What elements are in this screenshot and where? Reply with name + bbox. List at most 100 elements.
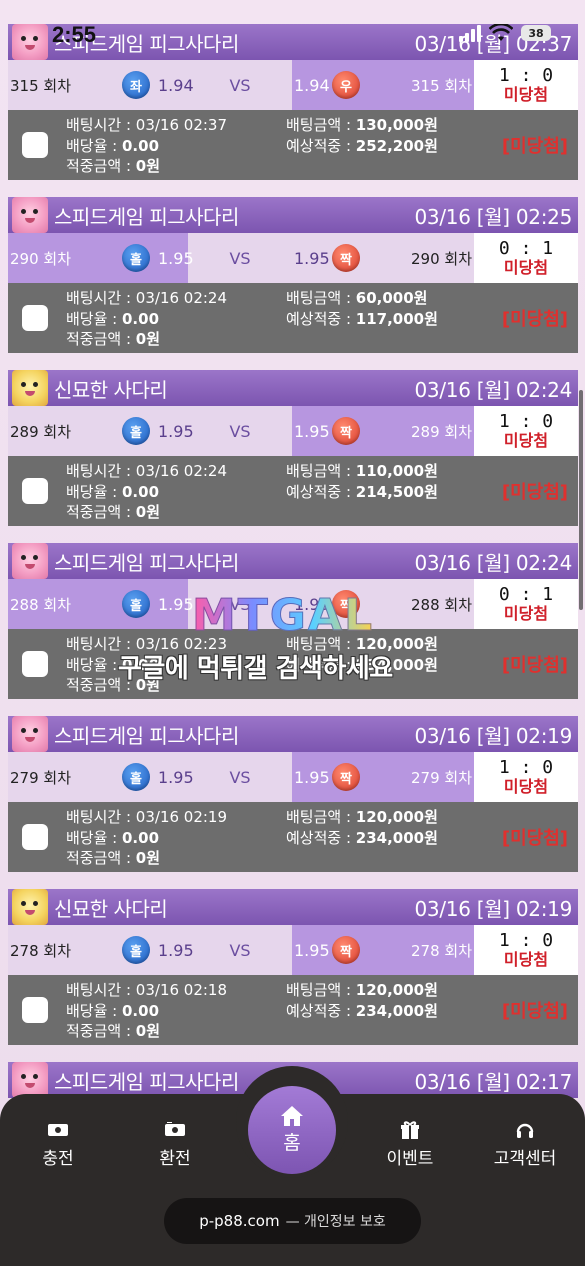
pick-left[interactable]: 278 회차 홀 1.95: [8, 925, 194, 975]
pick-left[interactable]: 279 회차 홀 1.95: [8, 752, 194, 802]
bet-info-right: 배팅금액 : 60,000원 예상적중 : 117,000원: [286, 288, 438, 329]
round-label: 315 회차: [10, 76, 71, 95]
expected-label: 예상적중 :: [286, 136, 356, 155]
pick-right[interactable]: 1.95 짝 290 회차: [292, 233, 474, 283]
match-row: 279 회차 홀 1.95 VS 1.95 짝 279 회차 1 : 0 미당첨: [8, 752, 578, 802]
bet-detail-row: 배팅시간 : 03/16 02:18 배당율 : 0.00 적중금액 : 0원 …: [8, 975, 578, 1045]
pick-left[interactable]: 288 회차 홀 1.95: [8, 579, 194, 629]
expected-value: 234,000원: [355, 655, 438, 674]
bet-amount-label: 배팅금액 :: [286, 981, 356, 999]
nav-charge[interactable]: 충전: [8, 1120, 108, 1169]
pick-right[interactable]: 1.95 짝 278 회차: [292, 925, 474, 975]
scrollbar[interactable]: [579, 390, 583, 610]
pick-left[interactable]: 290 회차 홀 1.95: [8, 233, 194, 283]
expected-label: 예상적중 :: [286, 482, 356, 501]
pick-right[interactable]: 1.94 우 315 회차: [292, 60, 474, 110]
odds-value: 1.94: [158, 75, 194, 95]
match-result: 0 : 1 미당첨: [474, 579, 578, 629]
bet-amount-value: 120,000원: [355, 635, 438, 653]
pick-badge-icon: 짝: [332, 936, 360, 964]
select-checkbox[interactable]: [22, 305, 48, 331]
game-name: 스피드게임 피그사다리: [54, 31, 239, 56]
pick-left[interactable]: 315 회차 좌 1.94: [8, 60, 194, 110]
status-badge: 미당첨: [503, 258, 549, 277]
bet-result-badge: [미당첨]: [501, 136, 568, 157]
select-checkbox[interactable]: [22, 132, 48, 158]
select-checkbox[interactable]: [22, 651, 48, 677]
nav-support[interactable]: 고객센터: [475, 1120, 575, 1169]
bet-info-left: 배팅시간 : 03/16 02:37 배당율 : 0.00 적중금액 : 0원: [66, 115, 227, 177]
exchange-icon: [125, 1120, 225, 1140]
win-amount-value: 0원: [135, 676, 161, 694]
odds-label: 배당율 :: [66, 655, 122, 674]
pick-right[interactable]: 1.95 짝 279 회차: [292, 752, 474, 802]
game-name: 스피드게임 피그사다리: [54, 723, 239, 748]
expected-value: 252,200원: [355, 136, 438, 155]
nav-event[interactable]: 이벤트: [360, 1120, 460, 1169]
nav-exchange[interactable]: 환전: [125, 1120, 225, 1169]
bet-history-list: 스피드게임 피그사다리 03/16 [월] 02:37 315 회차 좌 1.9…: [8, 24, 578, 1115]
bet-time-value: 03/16 02:23: [135, 635, 228, 653]
odds-value: 1.95: [158, 767, 194, 787]
game-avatar-icon: [12, 543, 48, 579]
game-datetime: 03/16 [월] 02:24: [414, 550, 573, 575]
nav-support-label: 고객센터: [493, 1149, 557, 1169]
bet-result-badge: [미당첨]: [501, 655, 568, 676]
win-amount-label: 적중금액 :: [66, 157, 136, 175]
browser-url: p-p88.com: [199, 1212, 280, 1230]
round-label: 315 회차: [411, 76, 472, 95]
game-avatar-icon: [12, 370, 48, 406]
bet-time-label: 배팅시간 :: [66, 635, 136, 653]
browser-url-bar[interactable]: p-p88.com — 개인정보 보호: [164, 1198, 421, 1244]
nav-event-label: 이벤트: [386, 1149, 434, 1169]
game-datetime: 03/16 [월] 02:37: [414, 31, 573, 56]
round-label: 289 회차: [10, 422, 71, 441]
odds-label: 배당율 :: [66, 1001, 122, 1020]
vs-label: VS: [229, 248, 251, 268]
match-row: 289 회차 홀 1.95 VS 1.95 짝 289 회차 1 : 0 미당첨: [8, 406, 578, 456]
odds-value: 1.95: [294, 594, 330, 614]
pick-right[interactable]: 1.95 짝 288 회차: [292, 579, 474, 629]
bet-card: 스피드게임 피그사다리 03/16 [월] 02:19 279 회차 홀 1.9…: [8, 716, 578, 872]
round-label: 278 회차: [10, 941, 71, 960]
win-amount-label: 적중금액 :: [66, 676, 136, 694]
bet-result-badge: [미당첨]: [501, 828, 568, 849]
bet-amount-label: 배팅금액 :: [286, 289, 356, 307]
select-checkbox[interactable]: [22, 478, 48, 504]
game-name: 신묘한 사다리: [54, 896, 168, 921]
pick-badge-icon: 짝: [332, 244, 360, 272]
bet-result-badge: [미당첨]: [501, 309, 568, 330]
odds-value: 1.95: [158, 248, 194, 268]
vs-label: VS: [229, 75, 251, 95]
odds-rate-value: 0.00: [122, 136, 160, 155]
expected-value: 234,000원: [355, 1001, 438, 1020]
match-result: 1 : 0 미당첨: [474, 60, 578, 110]
select-checkbox[interactable]: [22, 824, 48, 850]
bet-info-right: 배팅금액 : 120,000원 예상적중 : 234,000원: [286, 807, 438, 848]
score: 0 : 1: [498, 584, 554, 605]
pick-right[interactable]: 1.95 짝 289 회차: [292, 406, 474, 456]
odds-label: 배당율 :: [66, 136, 122, 155]
match-result: 1 : 0 미당첨: [474, 925, 578, 975]
card-header: 스피드게임 피그사다리 03/16 [월] 02:25: [8, 197, 578, 233]
match-row: 290 회차 홀 1.95 VS 1.95 짝 290 회차 0 : 1 미당첨: [8, 233, 578, 283]
odds-value: 1.95: [294, 421, 330, 441]
odds-value: 1.95: [294, 248, 330, 268]
bet-amount-value: 110,000원: [355, 462, 438, 480]
expected-value: 234,000원: [355, 828, 438, 847]
round-label: 279 회차: [411, 768, 472, 787]
pick-left[interactable]: 289 회차 홀 1.95: [8, 406, 194, 456]
status-badge: 미당첨: [503, 431, 549, 450]
nav-home-button[interactable]: 홈: [248, 1086, 336, 1174]
bet-amount-value: 120,000원: [355, 808, 438, 826]
bet-amount-label: 배팅금액 :: [286, 116, 356, 134]
odds-value: 1.95: [294, 767, 330, 787]
score: 1 : 0: [498, 411, 554, 432]
bet-time-value: 03/16 02:37: [135, 116, 228, 134]
bet-result-badge: [미당첨]: [501, 1001, 568, 1022]
game-name: 신묘한 사다리: [54, 377, 168, 402]
nav-exchange-label: 환전: [159, 1149, 191, 1169]
bet-card: 신묘한 사다리 03/16 [월] 02:19 278 회차 홀 1.95 VS…: [8, 889, 578, 1045]
select-checkbox[interactable]: [22, 997, 48, 1023]
pick-badge-icon: 홀: [122, 590, 150, 618]
